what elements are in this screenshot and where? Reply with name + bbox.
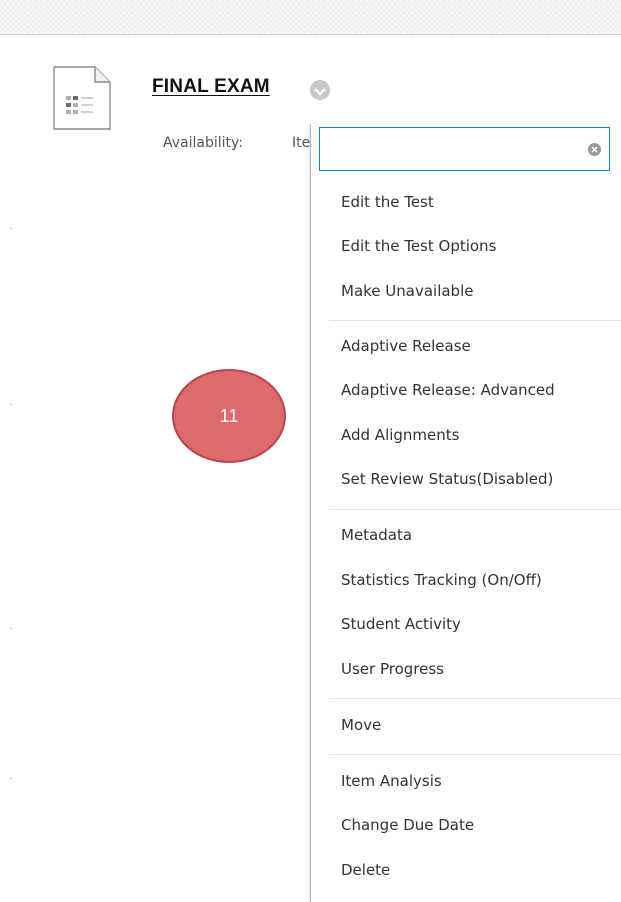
menu-item-move[interactable]: Move <box>341 716 381 734</box>
menu-item-edit-test[interactable]: Edit the Test <box>341 193 434 211</box>
menu-item-adaptive-release[interactable]: Adaptive Release <box>341 337 471 355</box>
availability-value: Item is available <box>292 135 310 151</box>
menu-item-edit-test-options[interactable]: Edit the Test Options <box>341 237 496 255</box>
margin-mark <box>10 778 12 779</box>
test-document-icon <box>53 66 111 130</box>
chevron-down-icon <box>314 81 326 100</box>
availability-label: Availability: <box>163 135 244 151</box>
menu-item-delete[interactable]: Delete <box>341 861 390 879</box>
step-number: 11 <box>219 405 239 426</box>
page-header-band <box>0 0 621 35</box>
menu-separator <box>329 320 621 321</box>
menu-search-input[interactable] <box>326 128 580 170</box>
clear-icon[interactable] <box>588 143 601 156</box>
menu-separator <box>329 698 621 699</box>
menu-separator <box>329 754 621 755</box>
menu-item-student-activity[interactable]: Student Activity <box>341 615 461 633</box>
item-title-link[interactable]: FINAL EXAM <box>152 76 270 98</box>
step-number-badge: 11 <box>172 369 286 463</box>
margin-mark <box>10 628 12 629</box>
item-options-button[interactable] <box>310 80 330 100</box>
margin-mark <box>10 404 12 405</box>
menu-item-statistics-tracking[interactable]: Statistics Tracking (On/Off) <box>341 571 542 589</box>
menu-search-box <box>319 127 610 171</box>
menu-item-adaptive-release-advanced[interactable]: Adaptive Release: Advanced <box>341 381 555 399</box>
item-context-menu: Edit the Test Edit the Test Options Make… <box>310 124 621 902</box>
menu-item-add-alignments[interactable]: Add Alignments <box>341 426 459 444</box>
margin-mark <box>10 228 12 229</box>
menu-separator <box>329 509 621 510</box>
menu-item-item-analysis[interactable]: Item Analysis <box>341 772 442 790</box>
menu-item-user-progress[interactable]: User Progress <box>341 660 444 678</box>
menu-item-set-review-status[interactable]: Set Review Status(Disabled) <box>341 470 553 488</box>
menu-item-make-unavailable[interactable]: Make Unavailable <box>341 282 473 300</box>
menu-item-change-due-date[interactable]: Change Due Date <box>341 816 474 834</box>
menu-item-metadata[interactable]: Metadata <box>341 526 412 544</box>
